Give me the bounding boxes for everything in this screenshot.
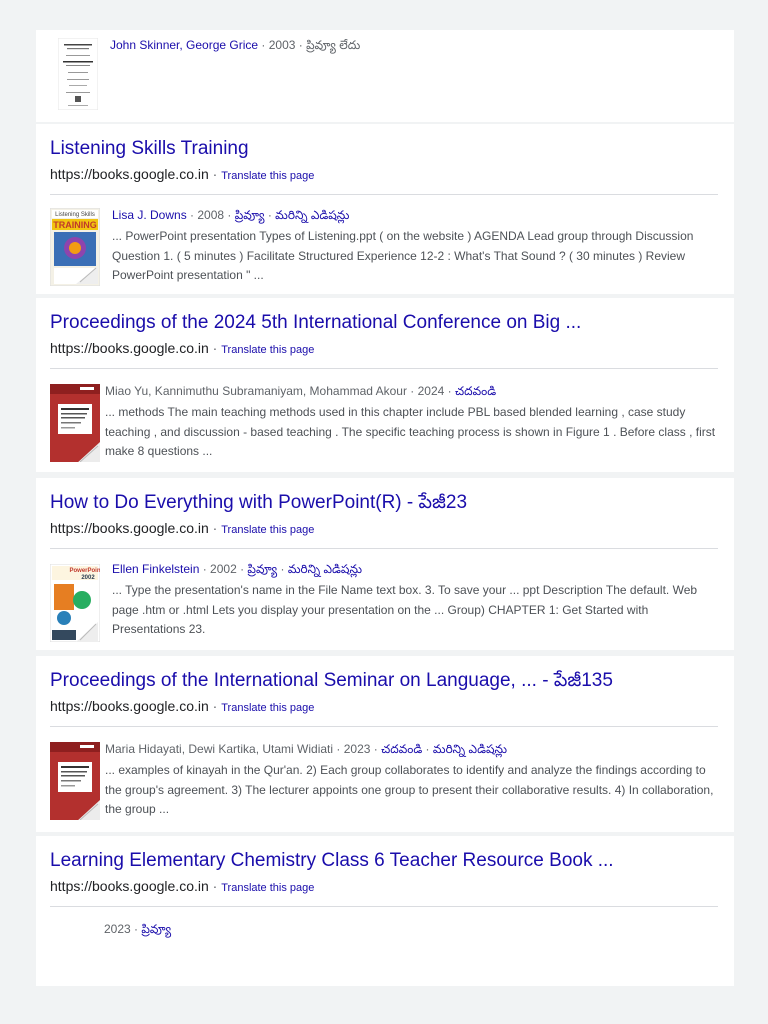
result-card-4: Proceedings of the International Seminar…	[36, 656, 734, 832]
result-title-link[interactable]: Learning Elementary Chemistry Class 6 Te…	[50, 850, 614, 872]
book-meta: Miao Yu, Kannimuthu Subramaniyam, Mohamm…	[105, 384, 497, 398]
book-author-link[interactable]: Ellen Finkelstein	[112, 562, 199, 576]
result-card-5: Learning Elementary Chemistry Class 6 Te…	[36, 836, 734, 986]
book-thumbnail[interactable]: Listening Skills TRAINING	[50, 208, 100, 286]
divider	[50, 548, 718, 549]
result-card-1: Listening Skills Training https://books.…	[36, 124, 734, 294]
result-title-link[interactable]: How to Do Everything with PowerPoint(R) …	[50, 492, 467, 518]
result-url-line: https://books.google.co.in · Translate t…	[50, 340, 315, 356]
preview-link[interactable]: ప్రివ్యూ	[235, 208, 265, 222]
book-author-link[interactable]: Lisa J. Downs	[112, 208, 187, 222]
translate-link[interactable]: Translate this page	[221, 344, 314, 356]
book-snippet: ... PowerPoint presentation Types of Lis…	[112, 229, 694, 282]
result-url[interactable]: https://books.google.co.in	[50, 520, 209, 536]
result-url-line: https://books.google.co.in · Translate t…	[50, 698, 315, 714]
result-title-link[interactable]: Proceedings of the 2024 5th Internationa…	[50, 312, 581, 334]
divider	[50, 726, 718, 727]
translate-link[interactable]: Translate this page	[221, 702, 314, 714]
more-editions-link[interactable]: మరిన్ని ఎడిషన్లు	[288, 562, 362, 576]
book-meta: Lisa J. Downs · 2008 · ప్రివ్యూ · మరిన్న…	[112, 208, 350, 222]
divider	[50, 368, 718, 369]
svg-text:2002: 2002	[81, 575, 95, 581]
result-url-line: https://books.google.co.in · Translate t…	[50, 878, 315, 894]
preview-link[interactable]: ప్రివ్యూ	[247, 562, 277, 576]
more-editions-link[interactable]: మరిన్ని ఎడిషన్లు	[433, 742, 507, 756]
book-snippet: ... Type the presentation's name in the …	[112, 583, 698, 636]
book-year: 2024	[417, 384, 445, 398]
book-year: 2023	[343, 742, 371, 756]
book-author-link[interactable]: John Skinner, George Grice	[110, 38, 258, 52]
read-link[interactable]: చదవండి	[455, 384, 496, 398]
result-url-line: https://books.google.co.in · Translate t…	[50, 166, 315, 182]
svg-text:TRAINING: TRAINING	[53, 220, 97, 230]
preview-link[interactable]: ప్రివ్యూ	[141, 922, 171, 936]
book-meta: John Skinner, George Grice · 2003 · ప్రి…	[110, 38, 361, 52]
book-year: 2002	[210, 562, 237, 576]
book-thumbnail[interactable]	[50, 384, 100, 462]
result-card-2: Proceedings of the 2024 5th Internationa…	[36, 298, 734, 472]
svg-text:PowerPoint: PowerPoint	[69, 568, 100, 574]
result-url[interactable]: https://books.google.co.in	[50, 698, 209, 714]
result-url-line: https://books.google.co.in · Translate t…	[50, 520, 315, 536]
svg-text:Listening Skills: Listening Skills	[55, 212, 95, 218]
result-url[interactable]: https://books.google.co.in	[50, 878, 209, 894]
result-url[interactable]: https://books.google.co.in	[50, 166, 209, 182]
divider	[50, 906, 718, 907]
result-card-0: John Skinner, George Grice · 2003 · ప్రి…	[36, 30, 734, 122]
translate-link[interactable]: Translate this page	[221, 524, 314, 536]
book-meta: 2023 · ప్రివ్యూ	[104, 922, 172, 936]
book-authors: Miao Yu, Kannimuthu Subramaniyam, Mohamm…	[105, 384, 407, 398]
book-year: 2008	[197, 208, 225, 222]
divider	[50, 194, 718, 195]
book-thumbnail[interactable]	[58, 38, 98, 110]
translate-link[interactable]: Translate this page	[221, 170, 314, 182]
book-year: 2003	[268, 38, 296, 52]
translate-link[interactable]: Translate this page	[221, 882, 314, 894]
book-snippet: ... methods The main teaching methods us…	[105, 405, 716, 458]
book-year: 2023	[104, 922, 131, 936]
book-authors: Maria Hidayati, Dewi Kartika, Utami Widi…	[105, 742, 334, 756]
read-link[interactable]: చదవండి	[381, 742, 422, 756]
result-title-link[interactable]: Listening Skills Training	[50, 138, 249, 160]
more-editions-link[interactable]: మరిన్ని ఎడిషన్లు	[275, 208, 349, 222]
result-title-link[interactable]: Proceedings of the International Seminar…	[50, 670, 613, 696]
book-thumbnail[interactable]: PowerPoint 2002	[50, 564, 100, 642]
book-meta: Maria Hidayati, Dewi Kartika, Utami Widi…	[105, 742, 508, 756]
search-results-page: John Skinner, George Grice · 2003 · ప్రి…	[0, 0, 768, 1024]
no-preview-label: ప్రివ్యూ లేదు	[306, 38, 361, 52]
result-card-3: How to Do Everything with PowerPoint(R) …	[36, 478, 734, 650]
book-thumbnail[interactable]	[50, 742, 100, 820]
result-url[interactable]: https://books.google.co.in	[50, 340, 209, 356]
book-snippet: ... examples of kinayah in the Qur'an. 2…	[105, 763, 714, 816]
book-meta: Ellen Finkelstein · 2002 · ప్రివ్యూ · మర…	[112, 562, 363, 576]
